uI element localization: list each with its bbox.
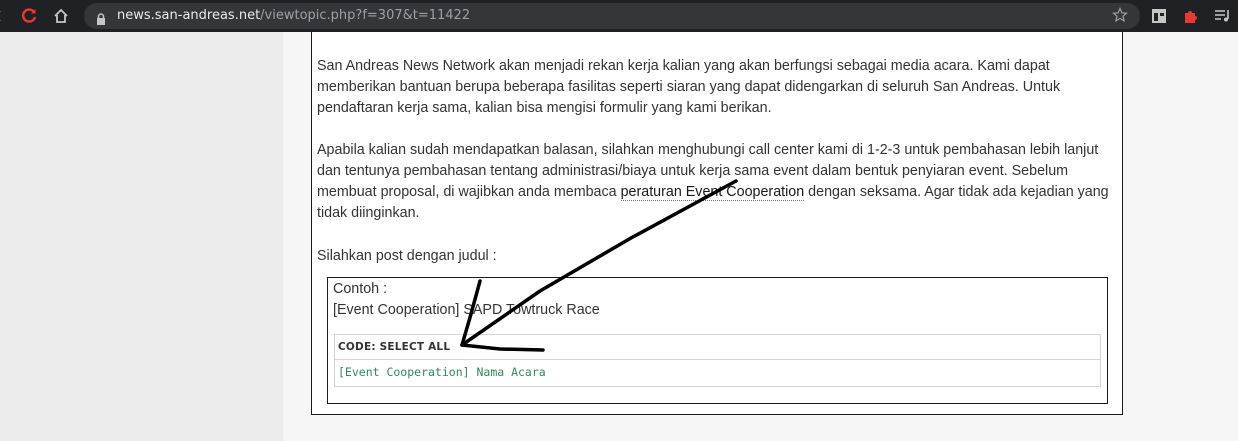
address-bar[interactable]: news.san-andreas.net/viewtopic.php?f=307… [84,3,1140,29]
puzzle-icon[interactable] [1179,4,1203,28]
event-cooperation-rules-link[interactable]: peraturan Event Cooperation [620,184,805,201]
star-icon[interactable] [1111,6,1129,27]
home-icon[interactable] [49,4,73,28]
paragraph-3: Silahkan post dengan judul : [317,248,497,264]
post-content: San Andreas News Network akan menjadi re… [311,32,1123,415]
extension-icon[interactable] [1147,4,1171,28]
paragraph-2: Apabila kalian sudah mendapatkan balasan… [317,140,1117,224]
media-icon[interactable] [1210,4,1234,28]
paragraph-1: San Andreas News Network akan menjadi re… [317,58,1061,116]
back-icon[interactable] [0,4,10,28]
code-box: CODE: SELECT ALL [Event Cooperation] Nam… [334,334,1101,387]
url-path: /viewtopic.php?f=307&t=11422 [260,8,471,23]
url-host: news.san-andreas.net [117,8,261,23]
url-text: news.san-andreas.net/viewtopic.php?f=307… [117,7,470,24]
browser-toolbar: news.san-andreas.net/viewtopic.php?f=307… [0,0,1238,32]
quote-example-title: [Event Cooperation] SAPD Towtruck Race [333,302,600,318]
code-text: [Event Cooperation] Nama Acara [338,365,546,379]
lock-icon [96,10,106,29]
code-header: CODE: SELECT ALL [335,335,1100,360]
example-quote-box: Contoh : [Event Cooperation] SAPD Towtru… [327,277,1108,404]
reload-icon[interactable] [17,4,41,28]
quote-label: Contoh : [333,281,388,297]
select-all-button[interactable]: CODE: SELECT ALL [338,341,450,353]
page-left-gutter [0,32,283,441]
